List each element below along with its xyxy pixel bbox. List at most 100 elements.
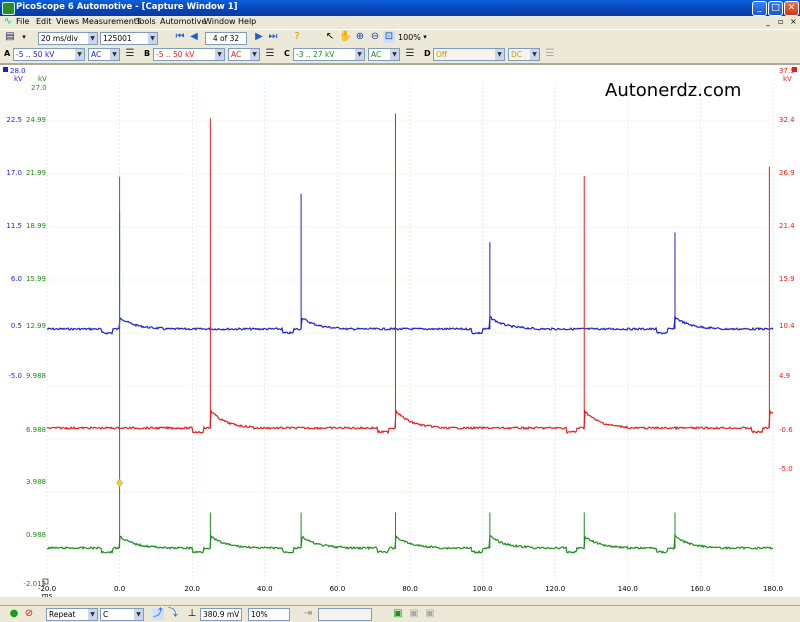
stop-capture-icon[interactable]: ⊘ [23,608,35,620]
chevron-down-icon: ▼ [215,49,224,60]
chevron-down-icon: ▼ [355,49,364,60]
delay-field [318,608,372,621]
last-capture-icon[interactable]: ⏭ [267,31,279,43]
menu-tools[interactable]: Tools [136,17,156,26]
zoom-in-icon[interactable]: ⊕ [354,31,366,43]
trigger-level-icon: ⊥ [187,608,197,619]
channel-a-coupling-select[interactable]: AC ▼ [88,48,120,61]
channel-b-marker [792,67,797,72]
post-trigger-delay-icon[interactable]: ⇥ [302,608,314,620]
axis-b-tick: 21.4 [779,222,795,230]
zoom-out-icon[interactable]: ⊖ [369,31,381,43]
add-ruler-icon[interactable]: ▣ [392,608,404,620]
trace-b [46,408,774,435]
menu-file[interactable]: File [16,17,29,26]
app-menu-icon[interactable]: ∿ [2,16,14,28]
channel-c-range-select[interactable]: -3 .. 27 kV ▼ [293,48,365,61]
previous-capture-icon[interactable]: ◀ [188,31,200,43]
channel-c-options-icon[interactable]: ☰ [404,48,416,60]
scope-mode-dropdown-icon[interactable]: ▾ [18,31,30,43]
scope-mode-icon[interactable]: ▤ [4,31,16,43]
chevron-down-icon: ▼ [134,609,143,620]
zoom-level: 100% [398,33,421,42]
mdi-close-button[interactable]: × [790,17,797,26]
title-bar: PicoScope 6 Automotive - [Capture Window… [0,0,800,16]
menu-window[interactable]: Window [204,17,236,26]
maximize-button[interactable]: □ [768,1,783,16]
axis-x-tick: 120.0 [545,585,565,593]
mdi-minimize-button[interactable]: _ [766,17,770,26]
axis-x-tick: 0.0 [114,585,125,593]
channel-a-range-select[interactable]: -5 .. 50 kV ▼ [13,48,85,61]
falling-edge-icon[interactable]: ⤵ [167,608,179,620]
pre-trigger-field[interactable]: 10% [248,608,290,621]
samples-value: 125001 [103,34,132,43]
axis-a-tick: -5.0 [8,372,22,380]
zoom-fit-icon[interactable]: ⊡ [383,31,395,43]
trigger-level-field[interactable]: 380.9 mV [200,608,242,621]
zoom-dropdown-icon[interactable]: ▾ [419,31,431,43]
rising-edge-icon[interactable]: ⤴ [152,608,164,620]
samples-select[interactable]: 125001 ▼ [100,32,158,45]
scope-view[interactable]: 28.0 kV kV 27.0 37.9 kV 22.5 17.0 11.5 6.0 0.5 -5.0… [0,64,800,597]
channel-d-range-select[interactable]: Off ▼ [433,48,505,61]
menu-edit[interactable]: Edit [36,17,52,26]
mdi-restore-button[interactable]: ▫ [778,17,783,26]
menu-help[interactable]: Help [238,17,256,26]
channel-c-coupling-select[interactable]: AC ▼ [368,48,400,61]
axis-c-unit: kV [38,75,47,83]
axis-x-tick: 40.0 [257,585,273,593]
axis-c-tick: 21.99 [26,169,46,177]
axis-c-tick: 0.988 [26,531,46,539]
watermark-text: Autonerdz.com [605,80,741,101]
ruler-icon[interactable]: ▣ [408,608,420,620]
timebase-select[interactable]: 20 ms/div ▼ [38,32,98,45]
help-hint-icon[interactable]: ? [291,31,303,43]
status-bar: ● ⊘ Repeat ▼ C ▼ ⤴ ⤵ ⊥ 380.9 mV 10% ⇥ ▣ … [0,605,800,622]
channel-b-options-icon[interactable]: ☰ [264,48,276,60]
start-capture-icon[interactable]: ● [8,608,20,620]
axis-x-tick: 60.0 [330,585,346,593]
chevron-down-icon: ▼ [88,33,97,44]
axis-x-tick: 140.0 [618,585,638,593]
axis-x-tick: 180.0 [763,585,783,593]
capture-index-field[interactable]: 4 of 32 [205,32,247,45]
hand-pan-icon[interactable]: ✋ [339,31,351,43]
trigger-mode-select[interactable]: Repeat ▼ [46,608,98,621]
menu-bar: ∿ File Edit Views Measurements Tools Aut… [0,16,800,29]
axis-a-top: 28.0 [10,67,26,75]
chevron-down-icon: ▼ [250,49,259,60]
select-pointer-icon[interactable]: ↖ [324,31,336,43]
axis-a-tick: 22.5 [6,116,22,124]
next-capture-icon[interactable]: ▶ [253,31,265,43]
timebase-value: 20 ms/div [41,34,78,43]
axis-c-tick: 6.988 [26,426,46,434]
channel-d-coupling-select[interactable]: DC ▼ [508,48,540,61]
measurement-icon[interactable]: ▣ [424,608,436,620]
close-button[interactable]: ✕ [784,1,799,16]
channel-a-label: A [4,49,11,58]
channel-d-label: D [424,49,431,58]
menu-automotive[interactable]: Automotive [160,17,206,26]
menu-measurements[interactable]: Measurements [82,17,141,26]
channel-d-options-icon[interactable]: ☰ [544,48,556,60]
chevron-down-icon: ▼ [75,49,84,60]
chevron-down-icon: ▼ [530,49,539,60]
axis-b-tick: -5.0 [779,465,793,473]
channel-b-range-select[interactable]: -5 .. 50 kV ▼ [153,48,225,61]
channel-a-marker [3,67,8,72]
app-icon [2,2,15,15]
channel-b-coupling-select[interactable]: AC ▼ [228,48,260,61]
axis-a-tick: 6.0 [11,275,22,283]
menu-views[interactable]: Views [56,17,79,26]
axis-a-tick: 17.0 [6,169,22,177]
first-capture-icon[interactable]: ⏮ [174,31,186,43]
axis-c-tick: 15.99 [26,275,46,283]
channel-a-options-icon[interactable]: ☰ [124,48,136,60]
axis-a-unit: kV [14,75,23,83]
axis-b-tick: 26.9 [779,169,795,177]
minimize-button[interactable]: _ [752,1,767,16]
axis-b-tick: 10.4 [779,322,795,330]
trigger-channel-select[interactable]: C ▼ [100,608,144,621]
axis-a-tick: 11.5 [6,222,22,230]
